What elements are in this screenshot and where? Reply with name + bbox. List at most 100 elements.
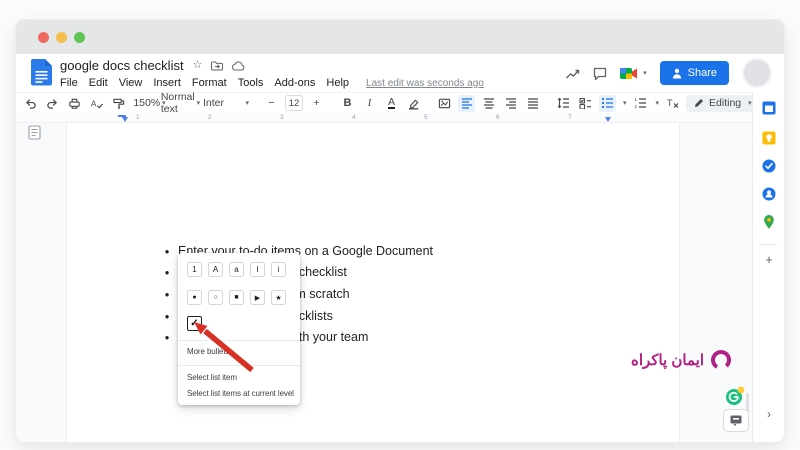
tasks-icon[interactable] — [761, 158, 777, 174]
italic-button[interactable]: I — [361, 95, 378, 112]
browser-window: google docs checklist ☆ File Edit View I… — [16, 20, 784, 442]
maps-icon[interactable] — [761, 214, 777, 230]
meet-call-button[interactable]: ▾ — [620, 67, 647, 80]
print-button[interactable] — [66, 95, 83, 112]
font-caret-icon: ▾ — [245, 99, 249, 107]
menu-edit[interactable]: Edit — [89, 77, 108, 89]
zoom-window-button[interactable] — [74, 32, 85, 43]
menu-format[interactable]: Format — [192, 77, 227, 89]
bullet-style-option[interactable]: ● — [187, 290, 202, 305]
workspace-side-panel: + › — [752, 92, 784, 442]
increase-font-size-button[interactable]: + — [308, 95, 325, 112]
hide-side-panel-icon[interactable]: › — [753, 407, 784, 421]
star-icon[interactable]: ☆ — [193, 60, 203, 71]
align-center-button[interactable] — [480, 95, 497, 112]
paragraph-style-select[interactable]: Normal text▾ — [172, 95, 189, 112]
bullet-style-option[interactable]: ★ — [271, 290, 286, 305]
grammarly-icon[interactable] — [725, 386, 745, 406]
numbered-style-option[interactable]: 1 — [187, 262, 202, 277]
numbered-style-option[interactable]: a — [229, 262, 244, 277]
justify-button[interactable] — [524, 95, 541, 112]
style-caret-icon: ▾ — [197, 99, 201, 107]
svg-text:A: A — [91, 98, 97, 108]
zoom-select[interactable]: 150%▾ — [141, 95, 158, 112]
decrease-font-size-button[interactable]: − — [263, 95, 280, 112]
numbered-list-caret-icon[interactable]: ▾ — [656, 99, 660, 107]
ruler-number: 4 — [352, 114, 356, 121]
align-right-button[interactable] — [502, 95, 519, 112]
doc-title-block: google docs checklist ☆ File Edit View I… — [60, 57, 484, 91]
menu-file[interactable]: File — [60, 77, 78, 89]
ruler-number: 7 — [568, 114, 572, 121]
comment-history-icon[interactable] — [593, 67, 607, 80]
google-docs-icon[interactable] — [31, 59, 52, 86]
text-color-button[interactable]: A — [383, 95, 400, 112]
document-page[interactable]: ● Enter your to-do items on a Google Doc… — [66, 122, 680, 442]
paint-format-button[interactable] — [110, 95, 127, 112]
watermark: ایمان پاکراه — [631, 349, 732, 371]
bold-button[interactable]: B — [339, 95, 356, 112]
screenshot-stage: google docs checklist ☆ File Edit View I… — [0, 0, 800, 450]
keep-icon[interactable] — [761, 130, 777, 146]
menu-tools[interactable]: Tools — [238, 77, 264, 89]
clear-formatting-button[interactable]: T — [664, 95, 681, 112]
watermark-logo-icon — [710, 349, 732, 371]
move-folder-icon[interactable] — [211, 61, 223, 71]
bullet-glyph: ● — [163, 268, 171, 277]
redo-button[interactable] — [44, 95, 61, 112]
calendar-icon[interactable] — [761, 100, 777, 116]
more-bullets-item[interactable]: More bullets — [187, 347, 229, 356]
editing-mode-select[interactable]: Editing ▾ — [686, 95, 760, 112]
ruler-number: 3 — [280, 114, 284, 121]
menu-help[interactable]: Help — [326, 77, 349, 89]
menu-bar: File Edit View Insert Format Tools Add-o… — [60, 75, 484, 91]
numbered-style-option[interactable]: i — [271, 262, 286, 277]
line-spacing-button[interactable] — [555, 95, 572, 112]
spellcheck-button[interactable]: A — [88, 95, 105, 112]
feedback-button[interactable] — [723, 409, 749, 432]
insert-image-button[interactable] — [436, 95, 453, 112]
cloud-saved-icon[interactable] — [232, 61, 245, 71]
svg-text:1: 1 — [634, 97, 637, 102]
checkbox-style-option[interactable]: ✓ — [187, 316, 202, 331]
document-outline-icon[interactable] — [28, 125, 41, 140]
menu-view[interactable]: View — [119, 77, 143, 89]
svg-text:T: T — [667, 98, 673, 108]
numbered-list-button[interactable]: 12 — [632, 95, 649, 112]
window-titlebar — [16, 20, 784, 54]
ruler-number: 1 — [136, 114, 140, 121]
bulleted-list-button[interactable] — [599, 95, 616, 112]
document-activity-icon[interactable] — [565, 67, 580, 80]
ruler-number: 6 — [496, 114, 500, 121]
close-button[interactable] — [38, 32, 49, 43]
undo-button[interactable] — [22, 95, 39, 112]
last-edit-link[interactable]: Last edit was seconds ago — [366, 78, 484, 89]
minimize-button[interactable] — [56, 32, 67, 43]
bullet-glyph: ● — [163, 312, 171, 321]
bullet-style-option[interactable]: ○ — [208, 290, 223, 305]
bullet-style-option[interactable]: ■ — [229, 290, 244, 305]
checkbox-style-row: ✓ — [187, 316, 202, 331]
menu-insert[interactable]: Insert — [153, 77, 181, 89]
share-button[interactable]: Share — [660, 61, 729, 85]
account-avatar[interactable] — [742, 58, 772, 88]
numbered-style-option[interactable]: A — [208, 262, 223, 277]
select-list-items-level-item[interactable]: Select list items at current level — [187, 389, 294, 398]
font-size-field[interactable]: 12 — [285, 95, 303, 111]
bullet-style-option[interactable]: ▶ — [250, 290, 265, 305]
font-select[interactable]: Inter▾ — [203, 95, 249, 112]
bulleted-list-caret-icon[interactable]: ▾ — [623, 99, 627, 107]
side-panel-divider — [759, 244, 777, 245]
doc-title[interactable]: google docs checklist — [60, 58, 184, 73]
numbered-style-option[interactable]: I — [250, 262, 265, 277]
get-add-ons-icon[interactable]: + — [753, 252, 784, 267]
select-list-item[interactable]: Select list item — [187, 373, 237, 382]
align-left-button[interactable] — [458, 95, 475, 112]
bullet-style-row: ● ○ ■ ▶ ★ — [187, 290, 286, 305]
contacts-icon[interactable] — [761, 186, 777, 202]
bullet-styles-menu: 1 A a I i ● ○ ■ ▶ ★ ✓ More bullets — [178, 253, 300, 405]
checklist-button[interactable] — [577, 95, 594, 112]
menu-addons[interactable]: Add-ons — [274, 77, 315, 89]
highlight-color-button[interactable] — [405, 95, 422, 112]
ruler-number: 5 — [424, 114, 428, 121]
